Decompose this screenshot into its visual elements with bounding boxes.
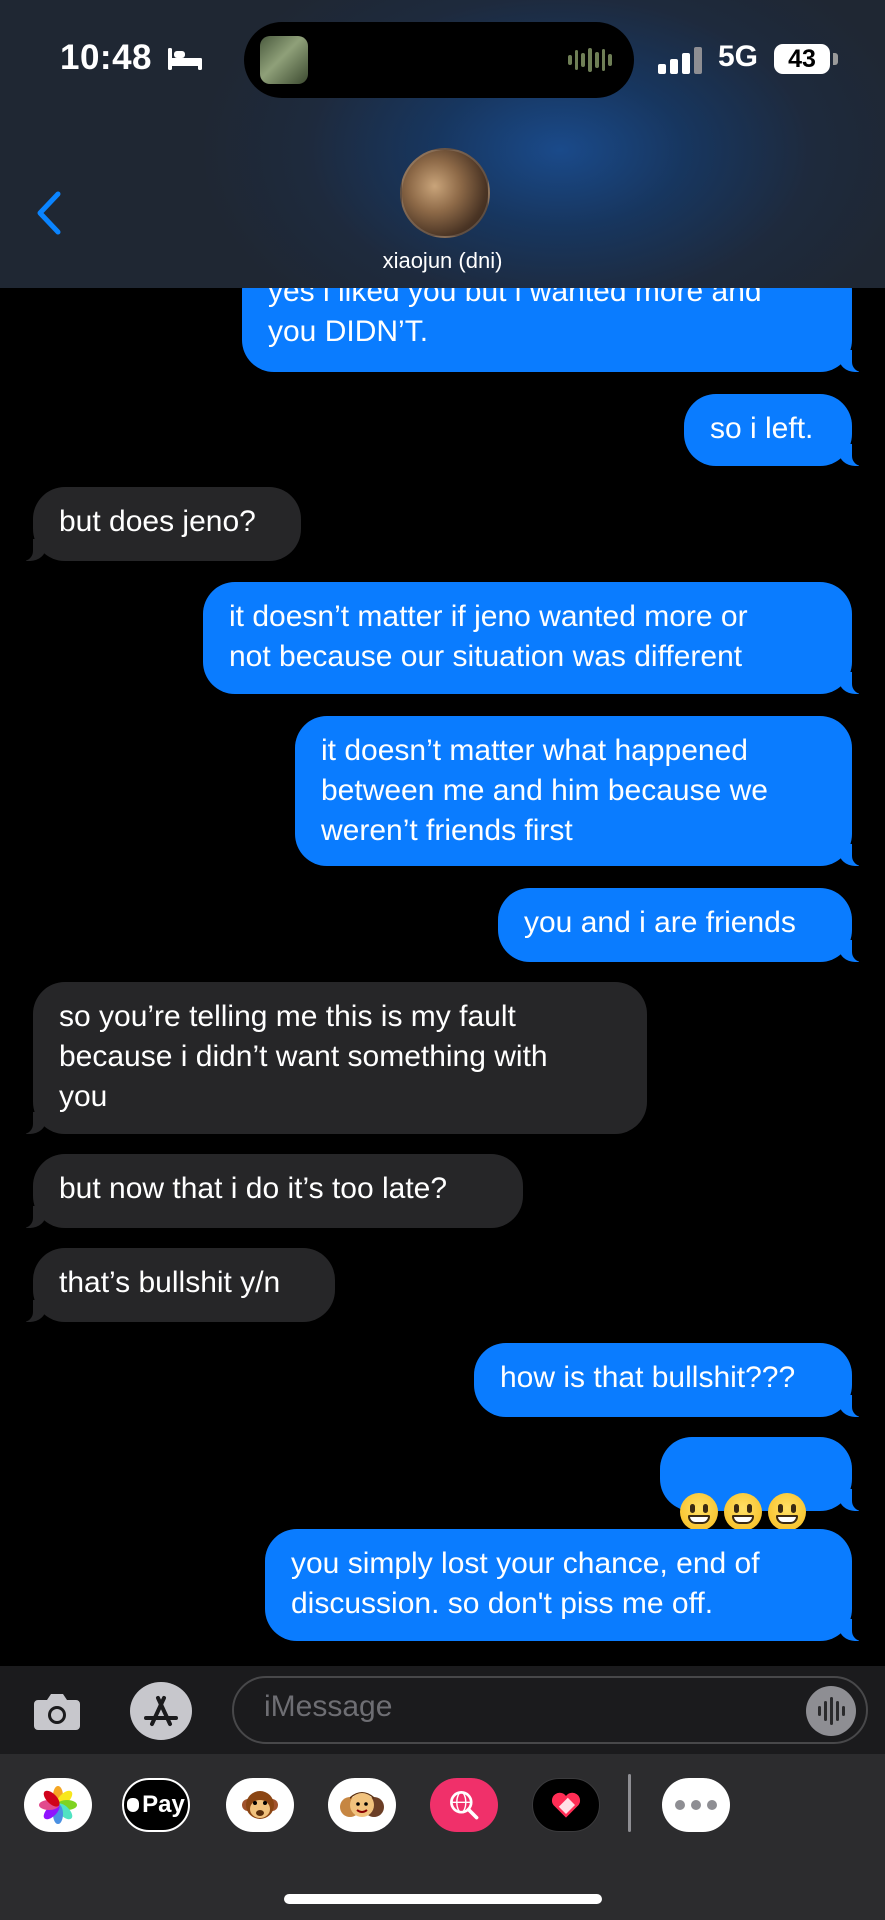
message-bubble-incoming[interactable]: but does jeno? <box>19 487 301 561</box>
photos-flower-icon <box>39 1786 77 1824</box>
message-bubble-outgoing[interactable]: you and i are friends <box>498 888 866 962</box>
grinning-face-emoji <box>768 1493 806 1531</box>
message-bubble-outgoing-emoji[interactable] <box>660 1437 866 1531</box>
dynamic-island[interactable] <box>244 22 634 98</box>
message-bubble-outgoing[interactable]: so i left. <box>684 394 866 466</box>
imessage-placeholder: iMessage <box>264 1690 393 1723</box>
monkey-face-icon <box>242 1791 278 1819</box>
voice-message-icon[interactable] <box>806 1686 856 1736</box>
battery-cap <box>833 53 838 65</box>
apple-pay-app-icon[interactable]: Pay <box>122 1778 190 1832</box>
message-bubble-outgoing[interactable]: you simply lost your chance, end of disc… <box>265 1529 866 1641</box>
grinning-face-emoji <box>680 1493 718 1531</box>
network-type: 5G <box>718 40 759 73</box>
globe-search-icon <box>450 1791 479 1820</box>
digital-touch-app-icon[interactable] <box>532 1778 600 1832</box>
monkey-memoji-app-icon[interactable] <box>226 1778 294 1832</box>
contact-name[interactable]: xiaojun (dni) <box>0 248 885 274</box>
audio-waveform-icon <box>568 48 613 72</box>
back-chevron-icon[interactable] <box>30 188 70 238</box>
apple-pay-label: Pay <box>142 1791 185 1818</box>
app-drawer-divider <box>628 1774 631 1832</box>
message-bubble-outgoing[interactable]: it doesn’t matter what happened between … <box>295 716 866 866</box>
message-bubble-incoming[interactable]: that’s bullshit y/n <box>19 1248 335 1322</box>
emoji-row <box>680 1493 832 1531</box>
ellipsis-icon <box>675 1800 717 1810</box>
apple-logo-icon <box>127 1798 140 1812</box>
now-playing-artwork <box>260 36 308 84</box>
conversation-header: 10:48 5G 43 xiaojun (dni) <box>0 0 885 288</box>
message-composer: iMessage <box>0 1666 885 1754</box>
message-bubble-outgoing[interactable]: it doesn’t matter if jeno wanted more or… <box>203 582 866 694</box>
app-drawer: Pay <box>0 1754 885 1920</box>
memoji-faces-icon <box>340 1792 384 1817</box>
more-apps-icon[interactable] <box>662 1778 730 1832</box>
photos-app-icon[interactable] <box>24 1778 92 1832</box>
cellular-signal-icon <box>658 46 706 74</box>
status-time: 10:48 <box>60 38 153 77</box>
message-bubble-incoming[interactable]: but now that i do it’s too late? <box>19 1154 523 1228</box>
camera-icon[interactable] <box>32 1686 82 1736</box>
message-bubble-outgoing[interactable]: how is that bullshit??? <box>474 1343 866 1417</box>
heart-icon <box>551 1792 581 1818</box>
app-store-icon <box>144 1696 178 1726</box>
memoji-stickers-app-icon[interactable] <box>328 1778 396 1832</box>
contact-avatar[interactable] <box>400 148 490 238</box>
sleep-focus-icon <box>168 48 202 70</box>
message-bubble-incoming[interactable]: so you’re telling me this is my fault be… <box>19 982 647 1134</box>
battery-icon: 43 <box>774 44 830 74</box>
app-store-button[interactable] <box>130 1682 192 1740</box>
grinning-face-emoji <box>724 1493 762 1531</box>
home-indicator[interactable] <box>284 1894 602 1904</box>
image-search-app-icon[interactable] <box>430 1778 498 1832</box>
